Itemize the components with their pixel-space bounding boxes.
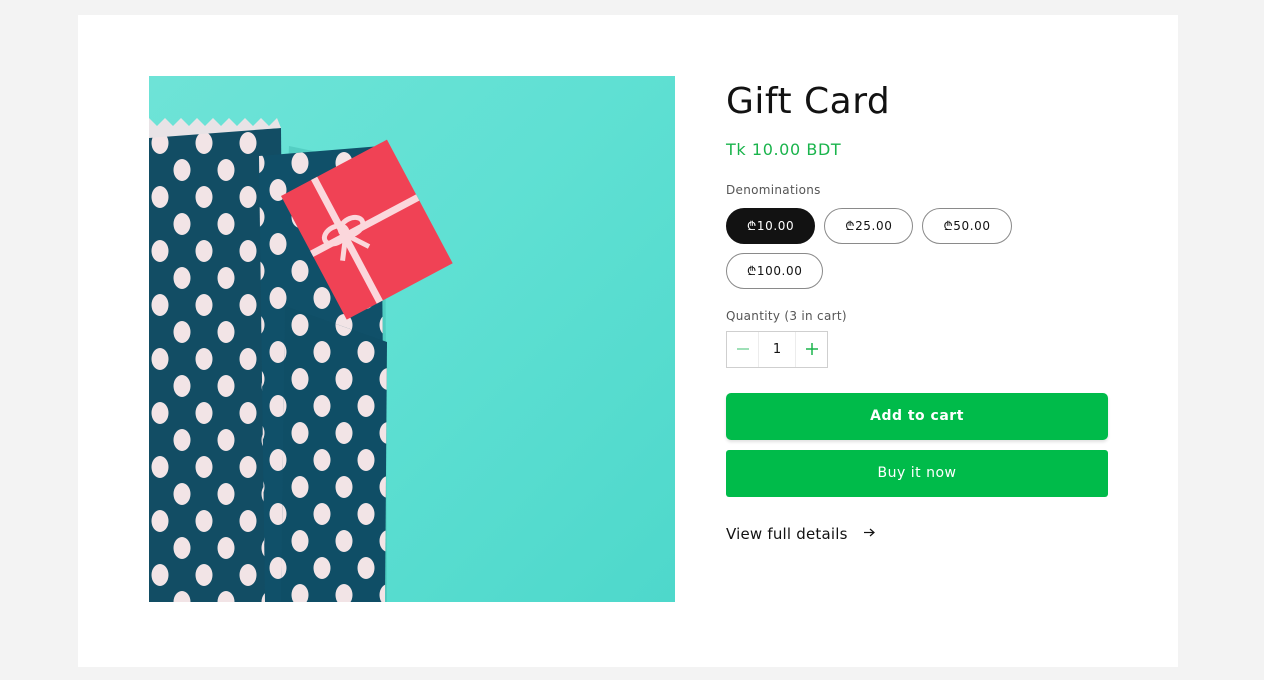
- product-title: Gift Card: [726, 81, 891, 122]
- minus-icon: [736, 348, 749, 350]
- denominations-label: Denominations: [726, 182, 821, 197]
- plus-icon: [805, 343, 818, 356]
- denomination-option-50[interactable]: ₾50.00: [922, 207, 1012, 244]
- view-full-details-label: View full details: [726, 524, 848, 543]
- denomination-option-10[interactable]: ₾10.00: [726, 207, 816, 244]
- product-quick-view: Gift Card Tk 10.00 BDT Denominations ₾10…: [78, 15, 1178, 667]
- product-price: Tk 10.00 BDT: [726, 139, 842, 159]
- quantity-increase-button[interactable]: [796, 332, 827, 367]
- quantity-input[interactable]: 1: [758, 331, 796, 367]
- denomination-options: ₾10.00 ₾25.00 ₾50.00 ₾100.00: [726, 207, 1026, 289]
- buy-now-button[interactable]: Buy it now: [726, 449, 1108, 497]
- denomination-option-100[interactable]: ₾100.00: [726, 252, 824, 289]
- product-image: [149, 76, 675, 602]
- quantity-decrease-button[interactable]: [727, 332, 758, 367]
- product-info: Gift Card Tk 10.00 BDT Denominations ₾10…: [726, 76, 1108, 543]
- gift-card-illustration: [149, 118, 453, 602]
- view-full-details-link[interactable]: View full details: [726, 525, 876, 543]
- quantity-stepper: 1: [726, 330, 828, 368]
- arrow-right-icon: [863, 526, 875, 541]
- add-to-cart-button[interactable]: Add to cart: [726, 392, 1108, 440]
- denomination-option-25[interactable]: ₾25.00: [824, 207, 914, 244]
- quantity-label: Quantity (3 in cart): [726, 308, 847, 323]
